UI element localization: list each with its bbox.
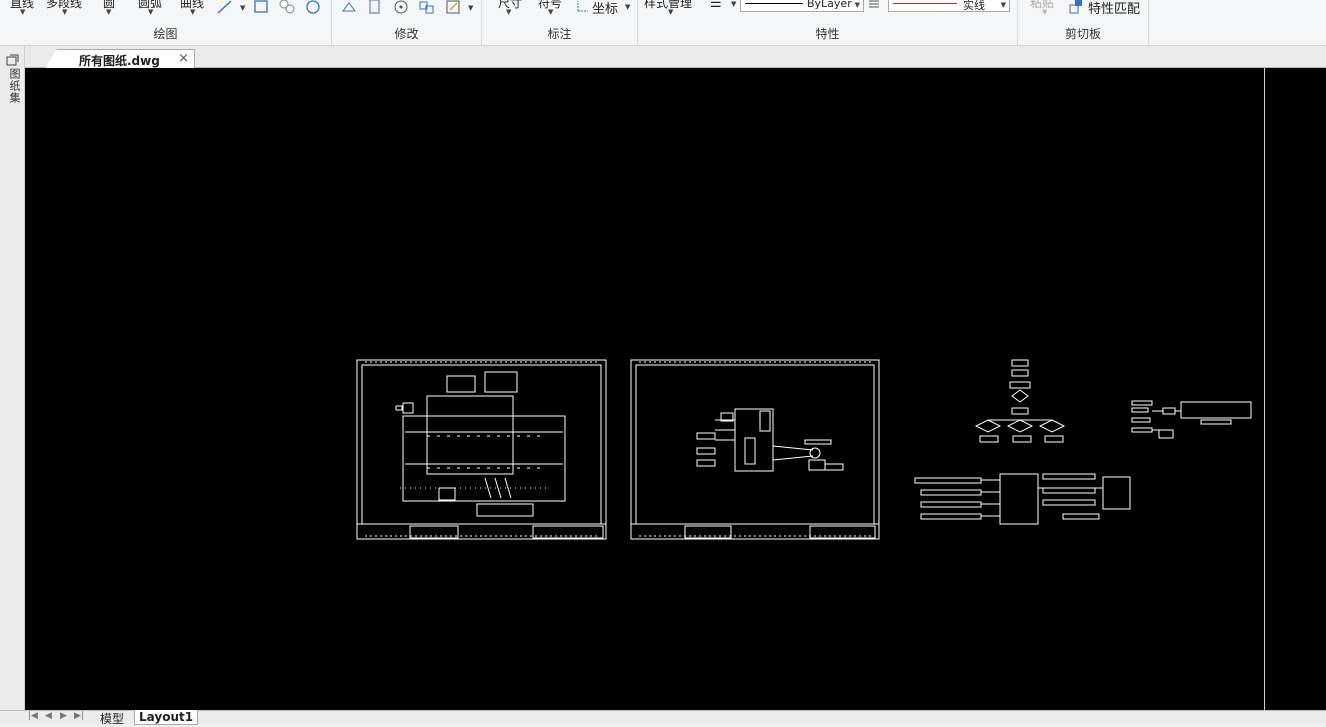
lineweight-icon[interactable]: ☰ — [710, 0, 722, 11]
layout-tab-bar: |◀ ◀ ▶ ▶| 模型 Layout1 — [0, 710, 1326, 727]
clipboard-group: 粘贴 ▼ 特性匹配 剪切板 — [1018, 0, 1149, 45]
linetype-select[interactable]: 实线 ▼ — [888, 0, 1010, 12]
chevron-down-icon: ▼ — [854, 1, 860, 9]
tab-layout1[interactable]: Layout1 — [134, 710, 199, 725]
stretch-icon[interactable] — [340, 0, 358, 16]
linetype-swatch-line — [893, 3, 957, 4]
sheet-set-panel[interactable]: 图纸集 — [0, 46, 25, 710]
annotate-group: 尺寸 ▼ 符号 ▼ 坐标 ▼ 标注 — [482, 0, 638, 45]
chevron-down-icon: ▼ — [148, 8, 154, 16]
hatch-icon[interactable] — [278, 0, 296, 16]
prev-icon[interactable]: ◀ — [45, 711, 52, 721]
chevron-down-icon: ▼ — [731, 0, 737, 8]
drawing-svg — [356, 359, 1252, 540]
chevron-down-icon: ▼ — [468, 4, 474, 12]
edit-icon[interactable] — [444, 0, 462, 16]
draw-group: 直线 ▼ 多段线 ▼ 圆 ▼ 圆弧 ▼ 曲线 ▼ ▼ 绘图 — [0, 0, 332, 45]
lineweight-menu-icon[interactable] — [868, 0, 880, 10]
last-page-icon[interactable]: ▶| — [74, 711, 84, 721]
next-icon[interactable]: ▶ — [60, 711, 67, 721]
chevron-down-icon: ▼ — [1000, 1, 1006, 9]
chevron-down-icon: ▼ — [548, 8, 554, 16]
color-swatch-line — [745, 3, 803, 4]
drawing-canvas[interactable] — [25, 68, 1326, 710]
copy-icon[interactable] — [366, 0, 384, 16]
draw-group-title: 绘图 — [153, 27, 178, 41]
construction-line-icon[interactable] — [216, 0, 234, 16]
drawing-sheet-1 — [356, 359, 607, 540]
chevron-down-icon: ▼ — [106, 8, 112, 16]
linetype-select-value: 实线 — [963, 0, 985, 12]
array-icon[interactable] — [418, 0, 436, 16]
modify-group-title: 修改 — [394, 27, 419, 41]
properties-group-title: 特性 — [815, 27, 840, 41]
match-properties-icon — [1069, 0, 1082, 14]
chevron-down-icon: ▼ — [668, 8, 674, 16]
chevron-down-icon: ▼ — [240, 4, 246, 12]
color-select-value: ByLayer — [807, 0, 852, 10]
sheet-set-icon — [6, 54, 19, 66]
properties-group: 样式管理 ▼ ☰ ▼ ByLayer ▼ 实线 ▼ 特性 — [638, 0, 1018, 45]
sheet-set-label: 图纸集 — [8, 68, 21, 104]
chevron-down-icon: ▼ — [625, 3, 631, 11]
rectangle-icon[interactable] — [252, 0, 270, 16]
chevron-down-icon: ▼ — [506, 8, 512, 16]
first-page-icon[interactable]: |◀ — [28, 711, 38, 721]
chevron-down-icon: ▼ — [62, 8, 68, 16]
tab-model[interactable]: 模型 — [96, 710, 128, 727]
chevron-down-icon: ▼ — [20, 8, 26, 16]
ribbon: 直线 ▼ 多段线 ▼ 圆 ▼ 圆弧 ▼ 曲线 ▼ ▼ 绘图 ▼ 修改 尺寸 ▼ … — [0, 0, 1326, 46]
document-tab-label: 所有图纸.dwg — [79, 54, 160, 68]
drawing-sheet-2 — [630, 359, 880, 540]
annotate-group-title: 标注 — [547, 27, 572, 41]
coordinate-button[interactable]: 坐标 — [592, 0, 618, 17]
modify-group: ▼ 修改 — [332, 0, 482, 45]
region-icon[interactable] — [304, 0, 322, 16]
rotate-icon[interactable] — [392, 0, 410, 16]
clipboard-group-title: 剪切板 — [1064, 27, 1101, 41]
chevron-down-icon: ▼ — [190, 8, 196, 16]
flowchart-3 — [1131, 400, 1252, 439]
flowchart-1 — [974, 359, 1066, 443]
close-icon[interactable]: × — [178, 51, 189, 66]
document-tab[interactable]: 所有图纸.dwg × — [45, 49, 195, 68]
color-select[interactable]: ByLayer ▼ — [740, 0, 864, 12]
document-tab-bar: 所有图纸.dwg × — [25, 46, 1326, 68]
viewport-divider — [1264, 68, 1265, 710]
flowchart-2 — [914, 473, 1131, 525]
chevron-down-icon: ▼ — [1042, 8, 1048, 16]
match-properties-button[interactable]: 特性匹配 — [1088, 0, 1140, 17]
coordinate-icon — [577, 1, 588, 12]
